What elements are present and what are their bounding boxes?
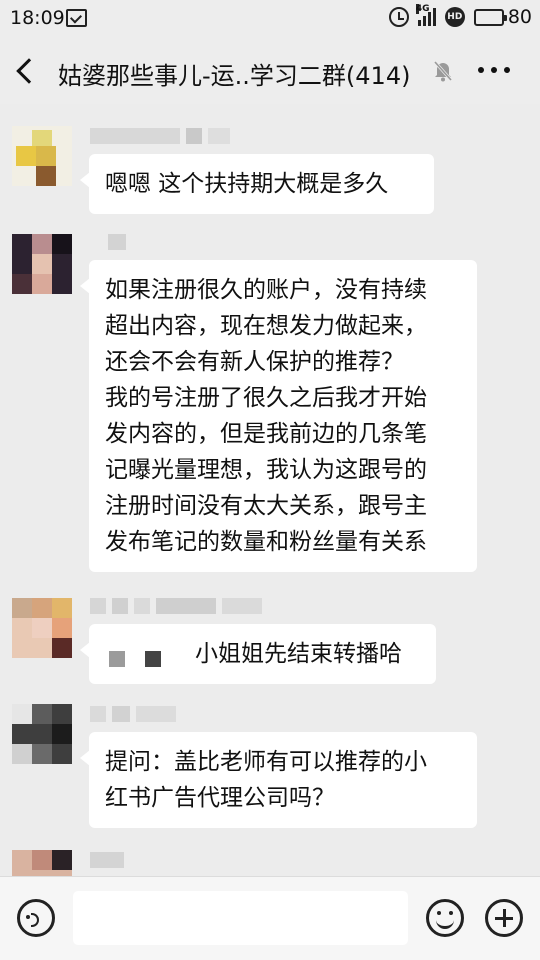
sender-name (90, 706, 176, 722)
sender-name (90, 852, 124, 868)
chat-area[interactable]: 嗯嗯 这个扶持期大概是多久 如果注册很久的账户，没有持续 超出内容，现在想发力做… (0, 104, 540, 876)
message-line: 记曝光量理想，我认为这跟号的 (105, 457, 427, 483)
voice-icon[interactable] (17, 899, 55, 937)
avatar[interactable] (12, 234, 72, 294)
battery-icon (473, 8, 507, 26)
status-time: 18:09 (10, 7, 65, 29)
message-input[interactable] (73, 891, 408, 945)
notification-icon (66, 9, 87, 27)
battery-indicator: 80 (473, 6, 532, 28)
avatar[interactable] (12, 598, 72, 658)
message-line: 超出内容，现在想发力做起来， (105, 313, 427, 339)
input-bar (0, 876, 540, 960)
hd-icon: HD (444, 7, 465, 27)
sender-name (90, 598, 262, 614)
chat-header: 姑婆那些事儿-运..学习二群(414) (0, 36, 540, 104)
message-line: 如果注册很久的账户，没有持续 (105, 277, 427, 303)
message-line: 还会不会有新人保护的推荐？ (105, 349, 404, 375)
message-line: 提问：盖比老师有可以推荐的小 (105, 749, 427, 775)
alarm-icon (388, 7, 409, 27)
avatar[interactable] (12, 704, 72, 764)
message-line: 红书广告代理公司吗？ (105, 785, 335, 811)
avatar[interactable] (12, 850, 72, 876)
emoji-icon[interactable] (426, 899, 464, 937)
network-label: 4G (415, 4, 430, 14)
message-line: 发布笔记的数量和粉丝量有关系 (105, 529, 427, 555)
redacted-mention (109, 651, 125, 667)
plus-icon[interactable] (485, 899, 523, 937)
message-bubble[interactable]: 如果注册很久的账户，没有持续 超出内容，现在想发力做起来， 还会不会有新人保护的… (80, 260, 477, 572)
message-line: 我的号注册了很久之后我才开始 (105, 385, 427, 411)
message-bubble[interactable]: 嗯嗯 这个扶持期大概是多久 (80, 154, 434, 214)
chevron-left-icon[interactable] (16, 58, 42, 84)
sender-name (108, 234, 126, 250)
message-bubble[interactable]: 小姐姐先结束转播哈 (80, 624, 436, 684)
battery-percent: 80 (507, 6, 532, 28)
message-bubble[interactable]: 提问：盖比老师有可以推荐的小 红书广告代理公司吗？ (80, 732, 477, 828)
more-dots-icon[interactable] (478, 67, 510, 73)
message-line: 注册时间没有太大关系，跟号主 (105, 493, 427, 519)
message-line: 发内容的，但是我前边的几条笔 (105, 421, 427, 447)
bell-off-icon (433, 61, 453, 82)
message-text: 嗯嗯 这个扶持期大概是多久 (105, 171, 389, 197)
signal-icon: 4G (415, 4, 436, 26)
redacted-mention (145, 651, 161, 667)
chat-title: 姑婆那些事儿-运..学习二群(414) (58, 62, 411, 90)
sender-name (90, 128, 230, 144)
status-bar: 18:09 4G HD 80 (0, 0, 540, 36)
avatar[interactable] (12, 126, 72, 186)
